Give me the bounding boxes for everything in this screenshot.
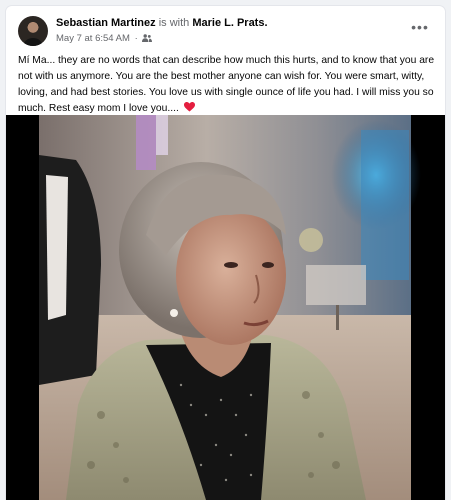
post-caption: Mí Ma... they are no words that can desc… xyxy=(18,53,436,117)
meta-separator: · xyxy=(134,33,138,44)
author-name[interactable]: Sebastian Martinez xyxy=(56,17,156,29)
caption-text: Mí Ma... they are no words that can desc… xyxy=(18,55,435,114)
post-meta: May 7 at 6:54 AM · xyxy=(56,33,153,44)
author-avatar[interactable] xyxy=(18,16,48,46)
more-options-button[interactable]: ••• xyxy=(409,20,431,38)
feed-post: Sebastian Martinez is with Marie L. Prat… xyxy=(6,6,445,500)
with-text: is with xyxy=(155,17,193,29)
post-header: Sebastian Martinez is with Marie L. Prat… xyxy=(18,16,433,48)
friends-icon[interactable] xyxy=(142,34,153,42)
post-photo[interactable] xyxy=(6,115,445,500)
tagged-person[interactable]: Marie L. Prats. xyxy=(192,17,267,29)
photo-image xyxy=(6,115,445,500)
heart-icon xyxy=(183,102,195,112)
post-timestamp[interactable]: May 7 at 6:54 AM xyxy=(56,33,130,44)
author-line: Sebastian Martinez is with Marie L. Prat… xyxy=(56,17,268,29)
